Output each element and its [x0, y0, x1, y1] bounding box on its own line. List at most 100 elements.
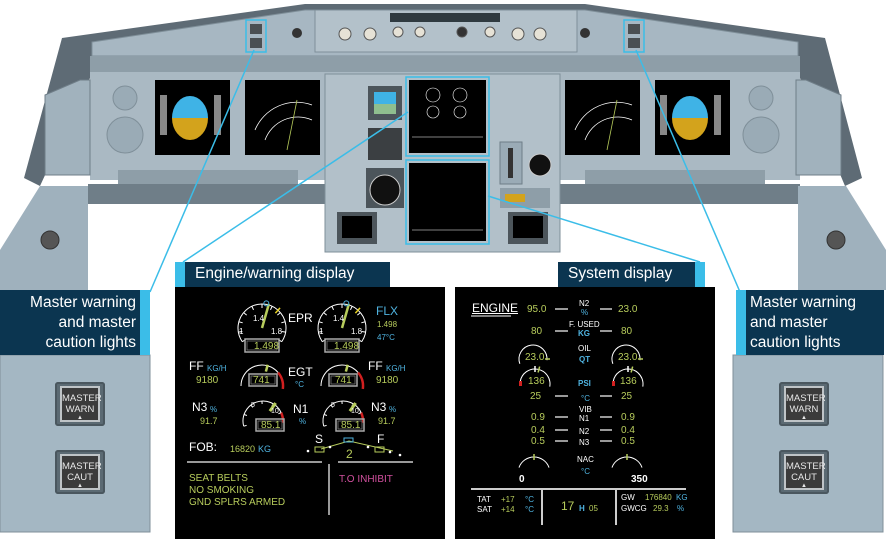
callout-accent [140, 290, 150, 355]
callout-line: caution lights [750, 334, 841, 351]
oil-temp-unit: °C [581, 394, 590, 403]
epr-tick-mark [323, 312, 328, 316]
flaps-dot [388, 450, 392, 454]
callout-line: Master warning [750, 294, 856, 311]
nac-right-value: 350 [631, 474, 648, 485]
flx-label: FLX [376, 304, 399, 318]
vib-n1-left: 0.9 [531, 412, 545, 423]
clock-minutes: 05 [589, 504, 598, 513]
gwcg-label: GWCG [621, 504, 647, 513]
epr-tick-mark [243, 312, 248, 316]
callout-line: caution lights [45, 334, 136, 351]
epr-tick: 1 [239, 327, 244, 336]
ff-right-value: 9180 [376, 375, 399, 386]
memo-no-smoking: NO SMOKING [189, 485, 255, 496]
n1-tick: 10 [271, 408, 279, 415]
ff-left-label: FF [189, 359, 204, 373]
psi-unit: PSI [578, 379, 591, 388]
fused-left-value: 80 [531, 326, 543, 337]
master-caut-button-left[interactable]: MASTER CAUT ▲ [55, 450, 105, 494]
oil-label: OIL [578, 344, 591, 353]
oil-press-needle-left [537, 366, 541, 373]
system-display: ENGINE N2 % 95.0 23.0 F. USED KG 80 80 O… [455, 287, 715, 539]
epr-tick-mark [361, 330, 366, 333]
memo-gnd-splrs: GND SPLRS ARMED [189, 497, 286, 508]
flaps-position: 2 [346, 447, 353, 461]
n2-right-value: 23.0 [618, 304, 638, 315]
gw-value: 176840 [645, 493, 672, 502]
epr-right-value: 1.498 [334, 341, 360, 352]
flx-temp: 47°C [377, 333, 395, 342]
n1-tick-mark [243, 424, 247, 427]
fused-unit: KG [578, 329, 590, 338]
slats-box [314, 446, 325, 453]
callout-accent [736, 290, 746, 355]
n3-left-label: N3 [192, 400, 208, 414]
epr-tick: 1.8 [351, 327, 363, 336]
oil-temp-left: 25 [530, 391, 542, 402]
epr-tick-mark [356, 312, 361, 316]
engine-warning-callout: Engine/warning display [175, 262, 390, 287]
callout-label: System display [568, 265, 673, 282]
left-upper-column [44, 79, 91, 176]
page-title: ENGINE [472, 301, 519, 315]
master-caut-button-right[interactable]: MASTER CAUT ▲ [779, 450, 829, 494]
system-callout: System display [558, 262, 705, 287]
n2-left-value: 95.0 [527, 304, 547, 315]
flx-epr: 1.498 [377, 320, 398, 329]
gwcg-value: 29.3 [653, 504, 669, 513]
n1-tick-mark [323, 424, 327, 427]
clock-hours: 17 [561, 499, 575, 513]
egt-redline-right [357, 371, 365, 390]
button-label: MASTER [786, 461, 826, 472]
master-warn-button-right[interactable]: MASTER WARN ▲ [779, 382, 829, 426]
callout-accent [695, 262, 705, 287]
epr-tick-mark [269, 306, 273, 311]
callout-line: and master [58, 314, 136, 331]
fob-value: 16820 [230, 444, 256, 454]
n1-tick-mark [243, 414, 248, 416]
callout-line: Master warning [30, 294, 136, 311]
right-nd [565, 80, 640, 155]
nac-label: NAC [577, 455, 594, 464]
vib-n3-left: 0.5 [531, 436, 545, 447]
nac-unit: °C [581, 467, 590, 476]
flaps-dot [366, 445, 370, 449]
right-upper-column [795, 79, 842, 176]
gwcg-unit: % [677, 504, 685, 513]
button-label: MASTER [62, 393, 102, 404]
n1-tick: 5 [251, 402, 255, 409]
triangle-icon: ▲ [77, 483, 83, 489]
oil-unit: QT [579, 355, 591, 364]
n3-right-value: 91.7 [378, 416, 396, 426]
ff-right-unit: KG/H [386, 364, 406, 373]
oil-temp-right: 25 [621, 391, 633, 402]
left-nd [245, 80, 320, 155]
sat-value: +14 [501, 505, 515, 514]
psi-left-value: 136 [528, 376, 545, 387]
egt-needle-left [264, 364, 269, 372]
vib-n2-right: 0.4 [621, 425, 635, 436]
flaps-dot [328, 445, 332, 449]
oil-press-needle-right [630, 366, 634, 373]
n3-right-unit: % [389, 405, 397, 414]
engine-warning-display: EPR 1 1.4 1.8 1 1.4 1.8 1.498 1.498 FLX … [175, 287, 445, 539]
egt-redline-left [277, 371, 285, 390]
vib-n3-right: 0.5 [621, 436, 635, 447]
cockpit-diagram: Master warning and master caution lights… [0, 0, 886, 539]
n1-unit: % [299, 417, 307, 426]
ecam-lower-screen [405, 159, 490, 245]
button-label: CAUT [791, 472, 817, 483]
epr-tick: 1 [319, 327, 324, 336]
epr-tick-mark [281, 330, 286, 333]
flaps-label: F [377, 432, 385, 446]
glareshield-underside [90, 56, 800, 72]
epr-tick-mark [331, 306, 335, 311]
button-label: MASTER [786, 393, 826, 404]
epr-label: EPR [288, 311, 313, 325]
epr-tick-mark [349, 306, 353, 311]
master-warn-button-left[interactable]: MASTER WARN ▲ [55, 382, 105, 426]
n3-left-unit: % [210, 405, 218, 414]
callout-line: and master [750, 314, 828, 331]
n1-tick-mark [323, 414, 328, 416]
